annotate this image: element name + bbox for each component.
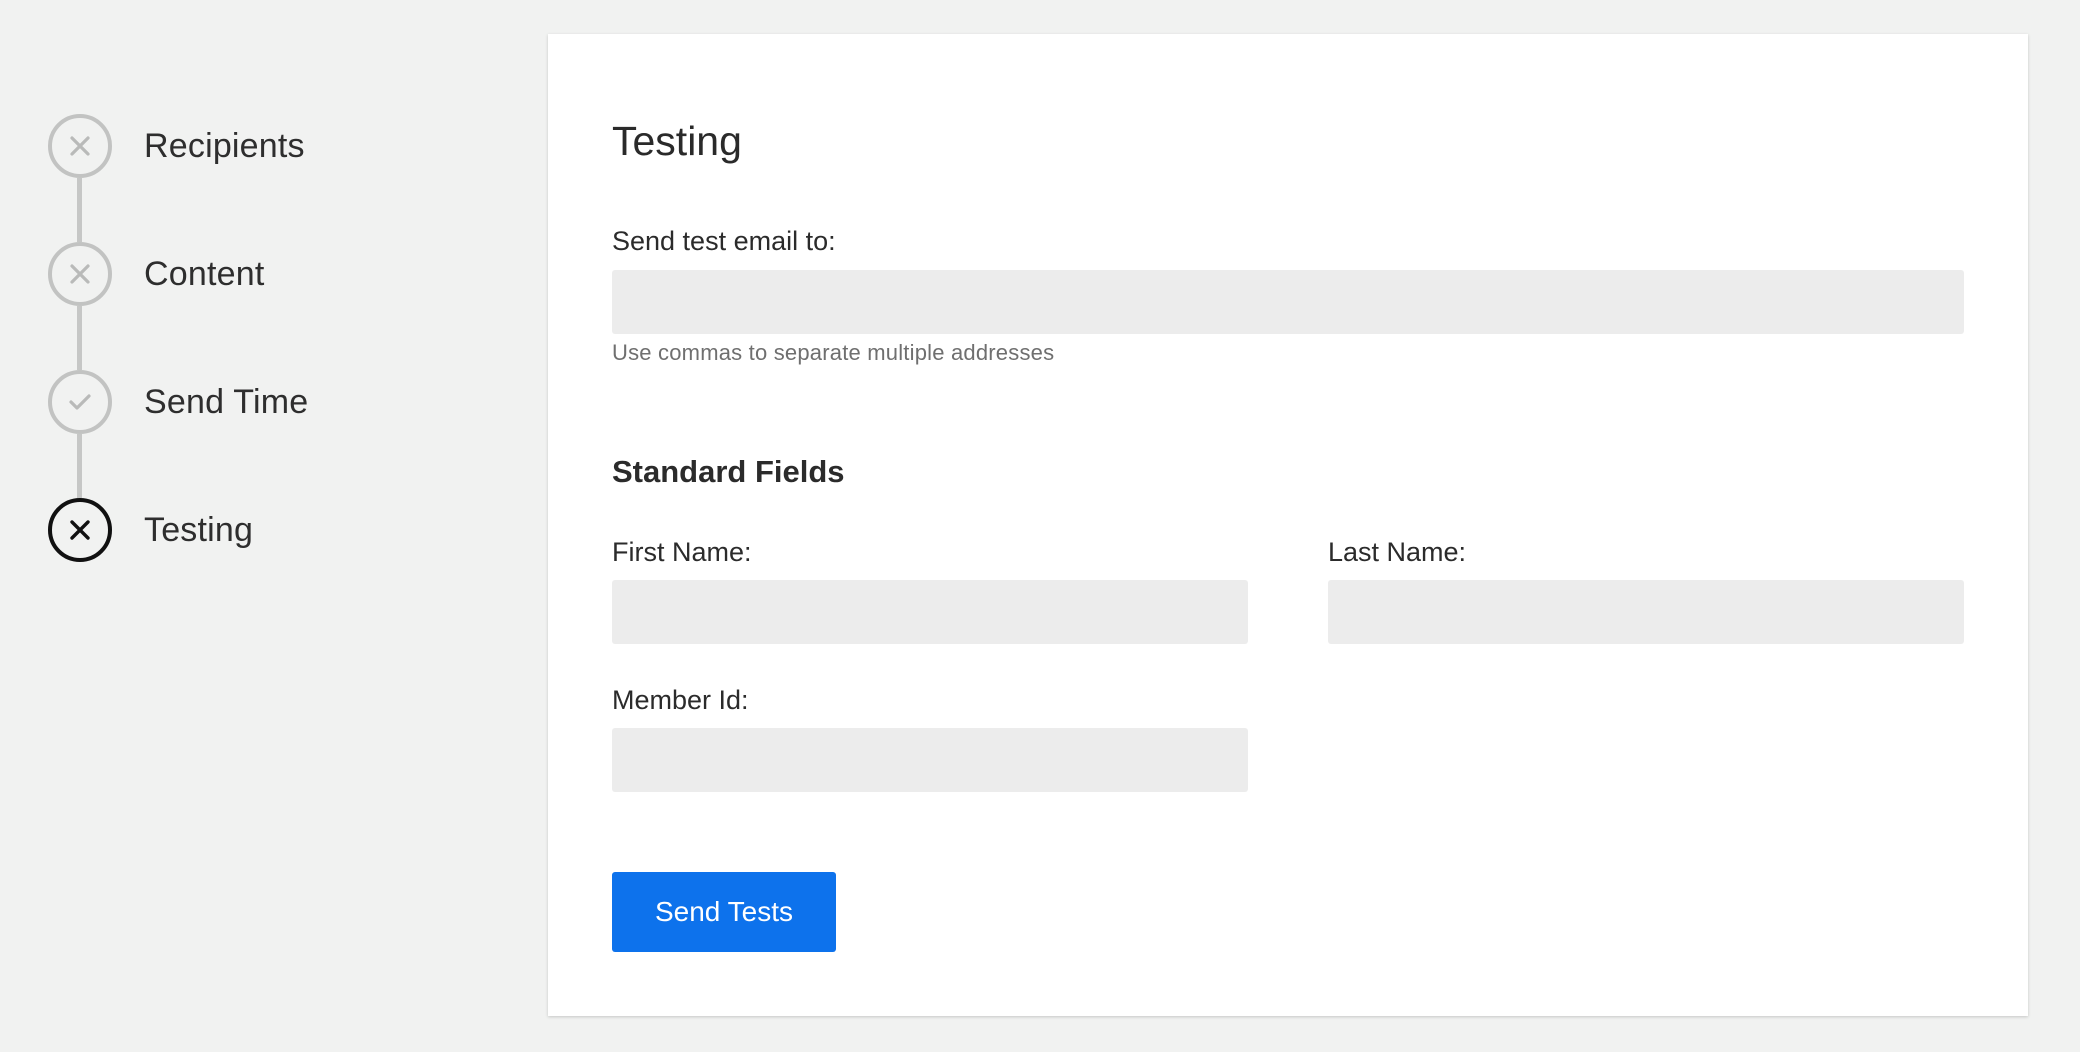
step-label: Recipients (144, 126, 305, 165)
x-icon (70, 520, 90, 540)
test-email-label: Send test email to: (612, 226, 836, 256)
step-navigation: Recipients Content Send Time Testing (48, 114, 468, 564)
step-testing[interactable]: Testing (48, 498, 468, 562)
member-id-label: Member Id: (612, 685, 749, 715)
section-title: Standard Fields (612, 454, 845, 489)
step-connector (77, 434, 82, 498)
last-name-label: Last Name: (1328, 537, 1467, 567)
step-status-circle (48, 114, 112, 178)
step-label: Send Time (144, 382, 309, 421)
first-name-label: First Name: (612, 537, 752, 567)
step-recipients[interactable]: Recipients (48, 114, 468, 178)
step-status-circle (48, 242, 112, 306)
step-connector (77, 306, 82, 370)
first-name-input[interactable] (612, 580, 1248, 644)
check-icon (69, 394, 91, 410)
step-connector (77, 178, 82, 242)
test-email-input[interactable] (612, 270, 1964, 334)
last-name-input[interactable] (1328, 580, 1964, 644)
x-icon (70, 264, 90, 284)
step-label: Testing (144, 510, 254, 549)
page-title: Testing (612, 118, 742, 164)
step-label: Content (144, 254, 265, 293)
x-icon (70, 136, 90, 156)
step-status-circle (48, 370, 112, 434)
step-status-circle (48, 498, 112, 562)
testing-panel: Testing Send test email to: Use commas t… (548, 34, 2028, 1016)
step-content[interactable]: Content (48, 242, 468, 306)
test-email-hint: Use commas to separate multiple addresse… (612, 340, 1055, 365)
member-id-input[interactable] (612, 728, 1248, 792)
send-tests-button[interactable]: Send Tests (612, 872, 836, 952)
step-send-time[interactable]: Send Time (48, 370, 468, 434)
